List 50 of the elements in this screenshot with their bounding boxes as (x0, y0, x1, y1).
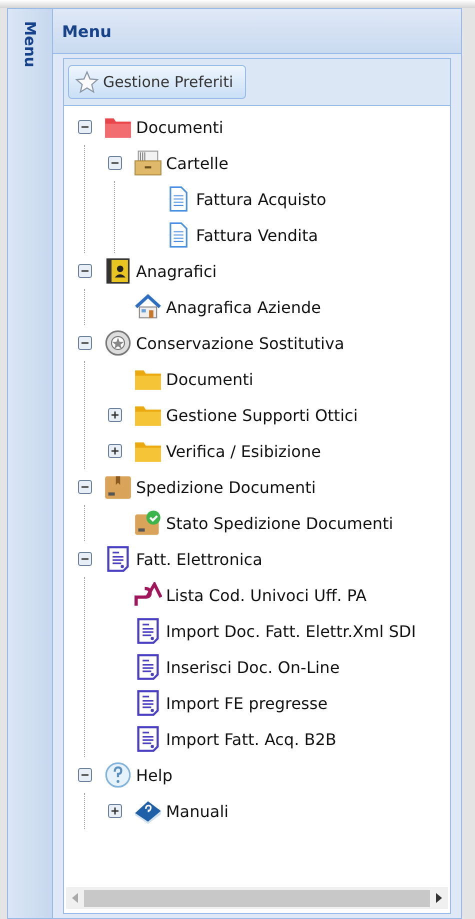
tree-item-label[interactable]: Conservazione Sostitutiva (136, 334, 344, 352)
tree-item-label[interactable]: Help (136, 766, 172, 784)
invoice-icon (134, 618, 162, 644)
scrollbar-thumb[interactable] (84, 890, 430, 906)
collapse-icon[interactable] (78, 552, 92, 566)
collapsed-panel-title[interactable]: Menu (21, 21, 39, 68)
parcel-check-icon (134, 510, 162, 536)
scroll-right-icon[interactable] (434, 892, 444, 904)
expand-icon[interactable] (108, 408, 122, 422)
help-icon (104, 762, 132, 788)
panel-title: Menu (62, 22, 112, 40)
tree-item-label[interactable]: Fattura Acquisto (196, 190, 326, 208)
pa-logo-icon (134, 582, 162, 608)
tree-item-label[interactable]: Gestione Supporti Ottici (166, 406, 358, 424)
tree-item-label[interactable]: Stato Spedizione Documenti (166, 514, 394, 532)
expand-icon[interactable] (108, 804, 122, 818)
tree-item-label[interactable]: Import Doc. Fatt. Elettr.Xml SDI (166, 622, 416, 640)
file-drawer-icon (134, 150, 162, 176)
tree-item-label[interactable]: Import FE pregresse (166, 694, 328, 712)
tree-item-label[interactable]: Documenti (166, 370, 254, 388)
tree-item-label[interactable]: Fattura Vendita (196, 226, 318, 244)
emblem-icon (104, 330, 132, 356)
horizontal-scrollbar[interactable] (66, 887, 448, 909)
invoice-icon (134, 690, 162, 716)
tree-item-label[interactable]: Anagrafica Aziende (166, 298, 321, 316)
invoice-icon (134, 654, 162, 680)
tree-item-label[interactable]: Verifica / Esibizione (166, 442, 321, 460)
invoice-icon (134, 726, 162, 752)
tree-item-label[interactable]: Lista Cod. Univoci Uff. PA (166, 586, 367, 604)
contact-card-icon (104, 258, 132, 284)
tree-item-label[interactable]: Manuali (166, 802, 229, 820)
collapse-icon[interactable] (108, 156, 122, 170)
invoice-icon (104, 546, 132, 572)
tree-item-label[interactable]: Cartelle (166, 154, 228, 172)
tree-item-label[interactable]: Inserisci Doc. On-Line (166, 658, 340, 676)
favorites-button[interactable]: Gestione Preferiti (68, 65, 246, 99)
collapse-icon[interactable] (78, 480, 92, 494)
tree-item-label[interactable]: Spedizione Documenti (136, 478, 316, 496)
parcel-icon (104, 474, 132, 500)
tree-item-label[interactable]: Fatt. Elettronica (136, 550, 262, 568)
expand-icon[interactable] (108, 444, 122, 458)
tree-item-label[interactable]: Documenti (136, 118, 224, 136)
star-icon (75, 70, 99, 94)
collapse-icon[interactable] (78, 120, 92, 134)
tree-item-label[interactable]: Import Fatt. Acq. B2B (166, 730, 336, 748)
house-icon (134, 294, 162, 320)
tree-item-label[interactable]: Anagrafici (136, 262, 217, 280)
collapse-icon[interactable] (78, 768, 92, 782)
collapse-icon[interactable] (78, 264, 92, 278)
collapse-icon[interactable] (78, 336, 92, 350)
